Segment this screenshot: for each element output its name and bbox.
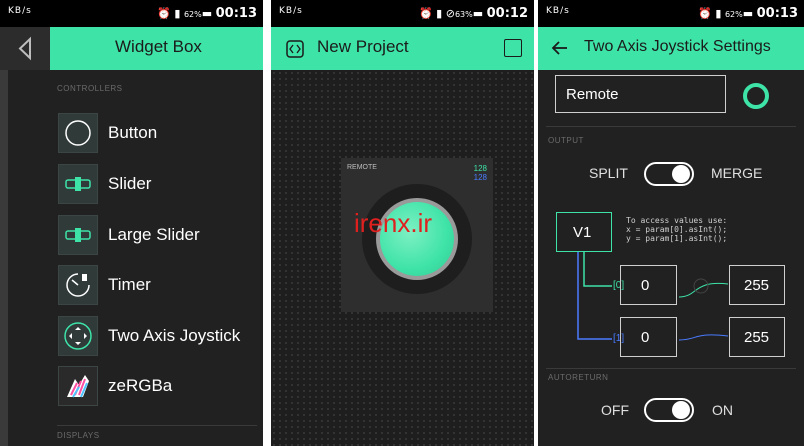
slider-icon xyxy=(58,164,98,204)
x-min-value: 0 xyxy=(641,277,650,294)
off-label: OFF xyxy=(601,402,629,418)
large-slider-icon xyxy=(58,215,98,255)
app-bar: Widget Box xyxy=(0,27,263,70)
status-icons: ⏰ ▮ 62%▬ 00:13 xyxy=(698,6,798,21)
widget-name-value: Remote xyxy=(566,86,619,103)
value-x: 128 xyxy=(473,164,487,173)
left-edge-strip xyxy=(0,70,8,446)
app-bar: Two Axis Joystick Settings xyxy=(538,27,804,70)
page-title: Widget Box xyxy=(115,37,202,56)
settings-title: Two Axis Joystick Settings xyxy=(584,38,771,55)
widget-item-zergba[interactable]: zeRGBa xyxy=(58,366,258,406)
widget-label: REMOTE xyxy=(347,164,377,171)
clock: 00:12 xyxy=(486,6,528,21)
x-max-field[interactable]: 255 xyxy=(729,265,785,305)
divider xyxy=(546,126,796,127)
widget-item-label: Timer xyxy=(108,275,151,294)
widget-item-timer[interactable]: Timer xyxy=(58,265,258,305)
watermark: irenx.ir xyxy=(354,208,433,238)
pin-value: V1 xyxy=(573,224,592,241)
status-icons: ⏰ ▮ 62%▬ 00:13 xyxy=(157,6,257,21)
autoreturn-toggle[interactable] xyxy=(644,398,694,422)
zergba-icon xyxy=(58,366,98,406)
network-speed: KB/s xyxy=(279,6,303,16)
widget-item-joystick[interactable]: Two Axis Joystick xyxy=(58,316,258,356)
clock: 00:13 xyxy=(756,6,798,21)
widget-item-button[interactable]: Button xyxy=(58,113,258,153)
widget-name-field[interactable]: Remote xyxy=(555,75,726,113)
x-max-value: 255 xyxy=(744,277,770,294)
network-speed: KB/s xyxy=(8,6,32,16)
code-hint: To access values use: x = param[0].asInt… xyxy=(626,216,728,243)
widget-item-label: Button xyxy=(108,123,158,142)
network-speed: KB/s xyxy=(546,6,570,16)
widget-box-screen: KB/s ⏰ ▮ 62%▬ 00:13 Widget Box CONTROLLE… xyxy=(0,0,263,446)
toggle-knob xyxy=(672,165,690,183)
y-max-field[interactable]: 255 xyxy=(729,317,785,357)
status-icons: ⏰ ▮ ⊘63%▬ 00:12 xyxy=(418,6,528,21)
divider xyxy=(57,425,257,426)
toggle-knob xyxy=(672,401,690,419)
merge-label: MERGE xyxy=(711,165,763,181)
status-bar: KB/s ⏰ ▮ 62%▬ 00:13 xyxy=(0,0,263,27)
section-displays: DISPLAYS xyxy=(57,431,100,440)
section-output: OUTPUT xyxy=(548,136,584,145)
on-label: ON xyxy=(712,402,733,418)
status-bar: KB/s ⏰ ▮ 62%▬ 00:13 xyxy=(538,0,804,27)
widget-item-label: Slider xyxy=(108,174,152,193)
widget-item-label: zeRGBa xyxy=(108,376,173,395)
section-controllers: CONTROLLERS xyxy=(57,84,123,93)
play-square-icon[interactable] xyxy=(504,39,522,57)
widget-item-label: Large Slider xyxy=(108,225,200,244)
section-autoreturn: AUTORETURN xyxy=(548,373,609,382)
status-bar: KB/s ⏰ ▮ ⊘63%▬ 00:12 xyxy=(271,0,534,27)
back-arrow-icon[interactable] xyxy=(0,27,50,70)
app-bar: New Project xyxy=(271,27,534,70)
x-min-field[interactable]: 0 xyxy=(620,265,677,305)
widget-item-large-slider[interactable]: Large Slider xyxy=(58,215,258,255)
widget-item-label: Two Axis Joystick xyxy=(108,326,241,345)
color-picker-icon[interactable] xyxy=(743,83,769,109)
device-icon[interactable] xyxy=(285,39,305,64)
y-min-field[interactable]: 0 xyxy=(620,317,677,357)
value-y: 128 xyxy=(473,173,487,182)
y-max-value: 255 xyxy=(744,329,770,346)
pin-selector[interactable]: V1 xyxy=(556,212,612,252)
split-merge-toggle[interactable] xyxy=(644,162,694,186)
joystick-settings-screen: KB/s ⏰ ▮ 62%▬ 00:13 Two Axis Joystick Se… xyxy=(538,0,804,446)
project-title: New Project xyxy=(317,37,409,56)
y-min-value: 0 xyxy=(641,329,650,346)
back-arrow-icon[interactable] xyxy=(550,38,570,63)
joystick-icon xyxy=(58,316,98,356)
clock: 00:13 xyxy=(215,6,257,21)
project-screen: KB/s ⏰ ▮ ⊘63%▬ 00:12 New Project REMOTE … xyxy=(271,0,534,446)
divider xyxy=(546,368,796,369)
widget-item-slider[interactable]: Slider xyxy=(58,164,258,204)
button-icon xyxy=(58,113,98,153)
split-label: SPLIT xyxy=(589,165,628,181)
timer-icon xyxy=(58,265,98,305)
